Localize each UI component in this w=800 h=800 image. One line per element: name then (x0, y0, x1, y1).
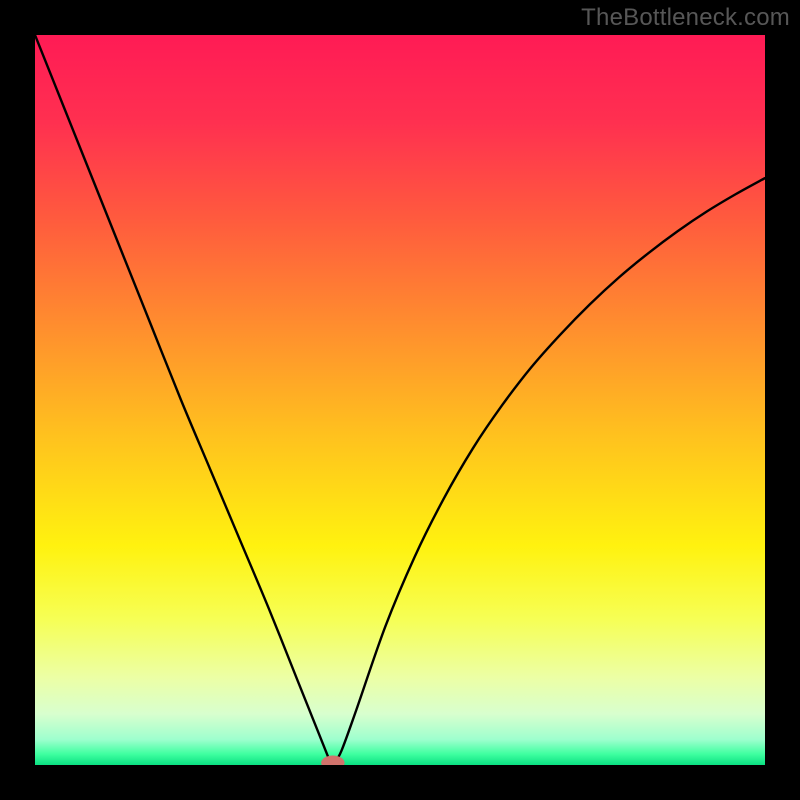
watermark-text: TheBottleneck.com (581, 4, 790, 32)
chart-frame: TheBottleneck.com (0, 0, 800, 800)
chart-background (35, 35, 765, 765)
chart-svg (35, 35, 765, 765)
plot-area (35, 35, 765, 765)
